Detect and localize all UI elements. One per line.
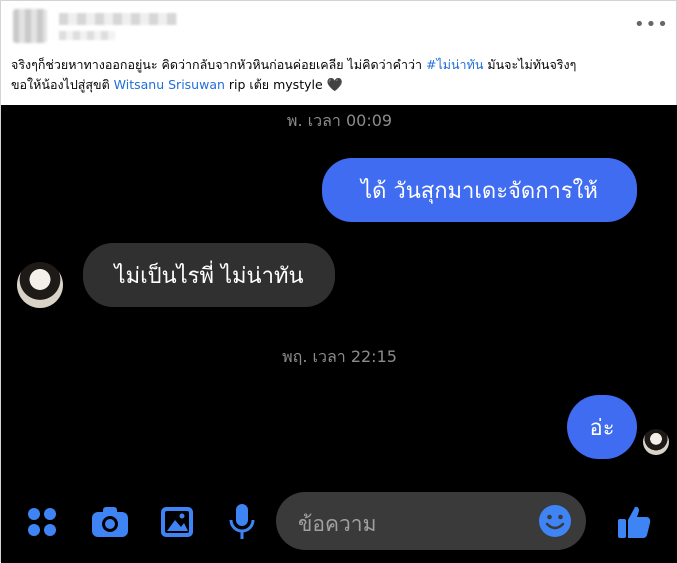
facebook-post: ••• จริงๆก็ช่วยหาทางออกอยู่นะ คิดว่ากลับ…	[0, 0, 677, 563]
timestamp-divider: พ. เวลา 00:09	[286, 111, 393, 130]
message-text: อ่ะ	[589, 415, 615, 441]
timestamp-divider: พฤ. เวลา 22:15	[282, 347, 397, 366]
contact-avatar[interactable]	[17, 262, 63, 308]
grid-dots-icon[interactable]	[25, 505, 59, 539]
message-input-placeholder: ข้อความ	[298, 512, 377, 536]
camera-icon[interactable]	[91, 505, 129, 539]
outgoing-message-bubble[interactable]: อ่ะ	[567, 395, 637, 459]
black-heart-icon: 🖤	[326, 78, 343, 93]
outgoing-message-bubble[interactable]: ได้ วันสุกมาเดะจัดการให้	[322, 158, 637, 222]
message-input[interactable]: ข้อความ	[276, 492, 586, 550]
emoji-icon[interactable]	[538, 504, 572, 538]
read-receipt-avatar	[643, 429, 669, 455]
incoming-message-bubble[interactable]: ไม่เป็นไรพี่ ไม่น่าทัน	[83, 243, 335, 307]
caption-text-tail: มันจะไม่ทันจริงๆ	[483, 57, 577, 72]
mention-link[interactable]: Witsanu Srisuwan	[114, 77, 225, 92]
post-header: •••	[11, 5, 668, 49]
image-icon[interactable]	[159, 505, 195, 539]
more-options-button[interactable]: •••	[634, 15, 668, 39]
messenger-screenshot: พ. เวลา 00:09 ได้ วันสุกมาเดะจัดการให้ ไ…	[1, 105, 677, 563]
caption-line2-tail: rip เต้ย mystyle	[224, 77, 327, 92]
message-text: ได้ วันสุกมาเดะจัดการให้	[361, 178, 598, 204]
thumbs-up-icon[interactable]	[615, 503, 653, 541]
microphone-icon[interactable]	[227, 503, 257, 541]
blurred-timestamp[interactable]	[59, 31, 115, 40]
blurred-author-name[interactable]	[59, 13, 177, 25]
caption-text: จริงๆก็ช่วยหาทางออกอยู่นะ คิดว่ากลับจากห…	[11, 57, 423, 72]
blurred-avatar[interactable]	[13, 9, 47, 43]
message-text: ไม่เป็นไรพี่ ไม่น่าทัน	[114, 263, 304, 289]
caption-line2: ขอให้น้องไปสู่สุขติ	[11, 77, 114, 92]
post-caption: จริงๆก็ช่วยหาทางออกอยู่นะ คิดว่ากลับจากห…	[11, 55, 661, 96]
hashtag-link[interactable]: #ไม่น่าทัน	[426, 57, 483, 72]
